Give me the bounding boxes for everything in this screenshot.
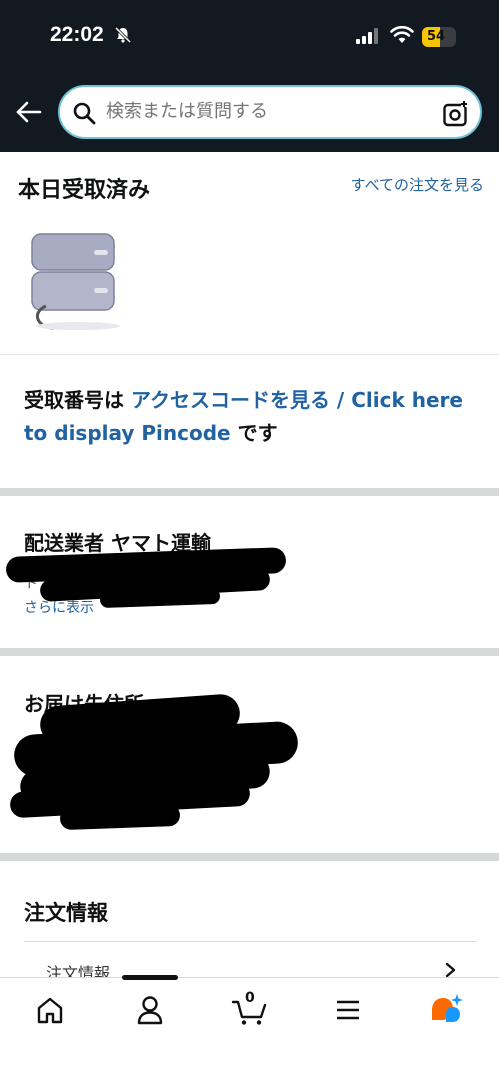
order-info-row[interactable]: 注文情報 (24, 941, 476, 983)
rufus-assistant-icon[interactable] (426, 990, 466, 1030)
status-time: 22:02 (50, 23, 104, 46)
battery-level: 54 (426, 29, 446, 44)
order-info-title: 注文情報 (24, 901, 108, 925)
pickup-suffix: です (230, 421, 278, 445)
home-icon[interactable] (30, 990, 70, 1030)
search-box[interactable] (58, 85, 482, 139)
camera-icon[interactable] (442, 100, 470, 128)
pickup-prefix: 受取番号は (24, 388, 131, 412)
battery-indicator: 54 (422, 27, 456, 47)
section-divider (0, 648, 499, 656)
status-bar: 22:02 54 (0, 0, 499, 75)
search-header (0, 75, 499, 152)
chevron-right-icon (445, 962, 456, 978)
divider (0, 354, 499, 355)
search-input[interactable] (106, 101, 426, 122)
signal-icon (356, 28, 378, 44)
active-tab-indicator (122, 975, 178, 980)
pickup-code-text: 受取番号は アクセスコードを見る / Click here to display… (24, 384, 474, 450)
cart-tab[interactable]: 0 (230, 990, 270, 1030)
bottom-tab-bar: 0 (0, 975, 499, 1080)
back-arrow-icon[interactable] (14, 97, 44, 127)
section-divider (0, 853, 499, 861)
received-today-title: 本日受取済み (18, 178, 151, 203)
section-divider (0, 488, 499, 496)
all-orders-link[interactable]: すべての注文を見る (344, 174, 484, 196)
redaction (99, 587, 221, 609)
redaction (59, 803, 181, 831)
wifi-icon (390, 26, 414, 43)
search-icon (73, 102, 96, 125)
bell-muted-icon (114, 26, 132, 44)
cart-count: 0 (245, 990, 255, 1006)
product-image[interactable] (28, 228, 128, 334)
menu-icon[interactable] (328, 990, 368, 1030)
account-icon[interactable] (130, 990, 170, 1030)
